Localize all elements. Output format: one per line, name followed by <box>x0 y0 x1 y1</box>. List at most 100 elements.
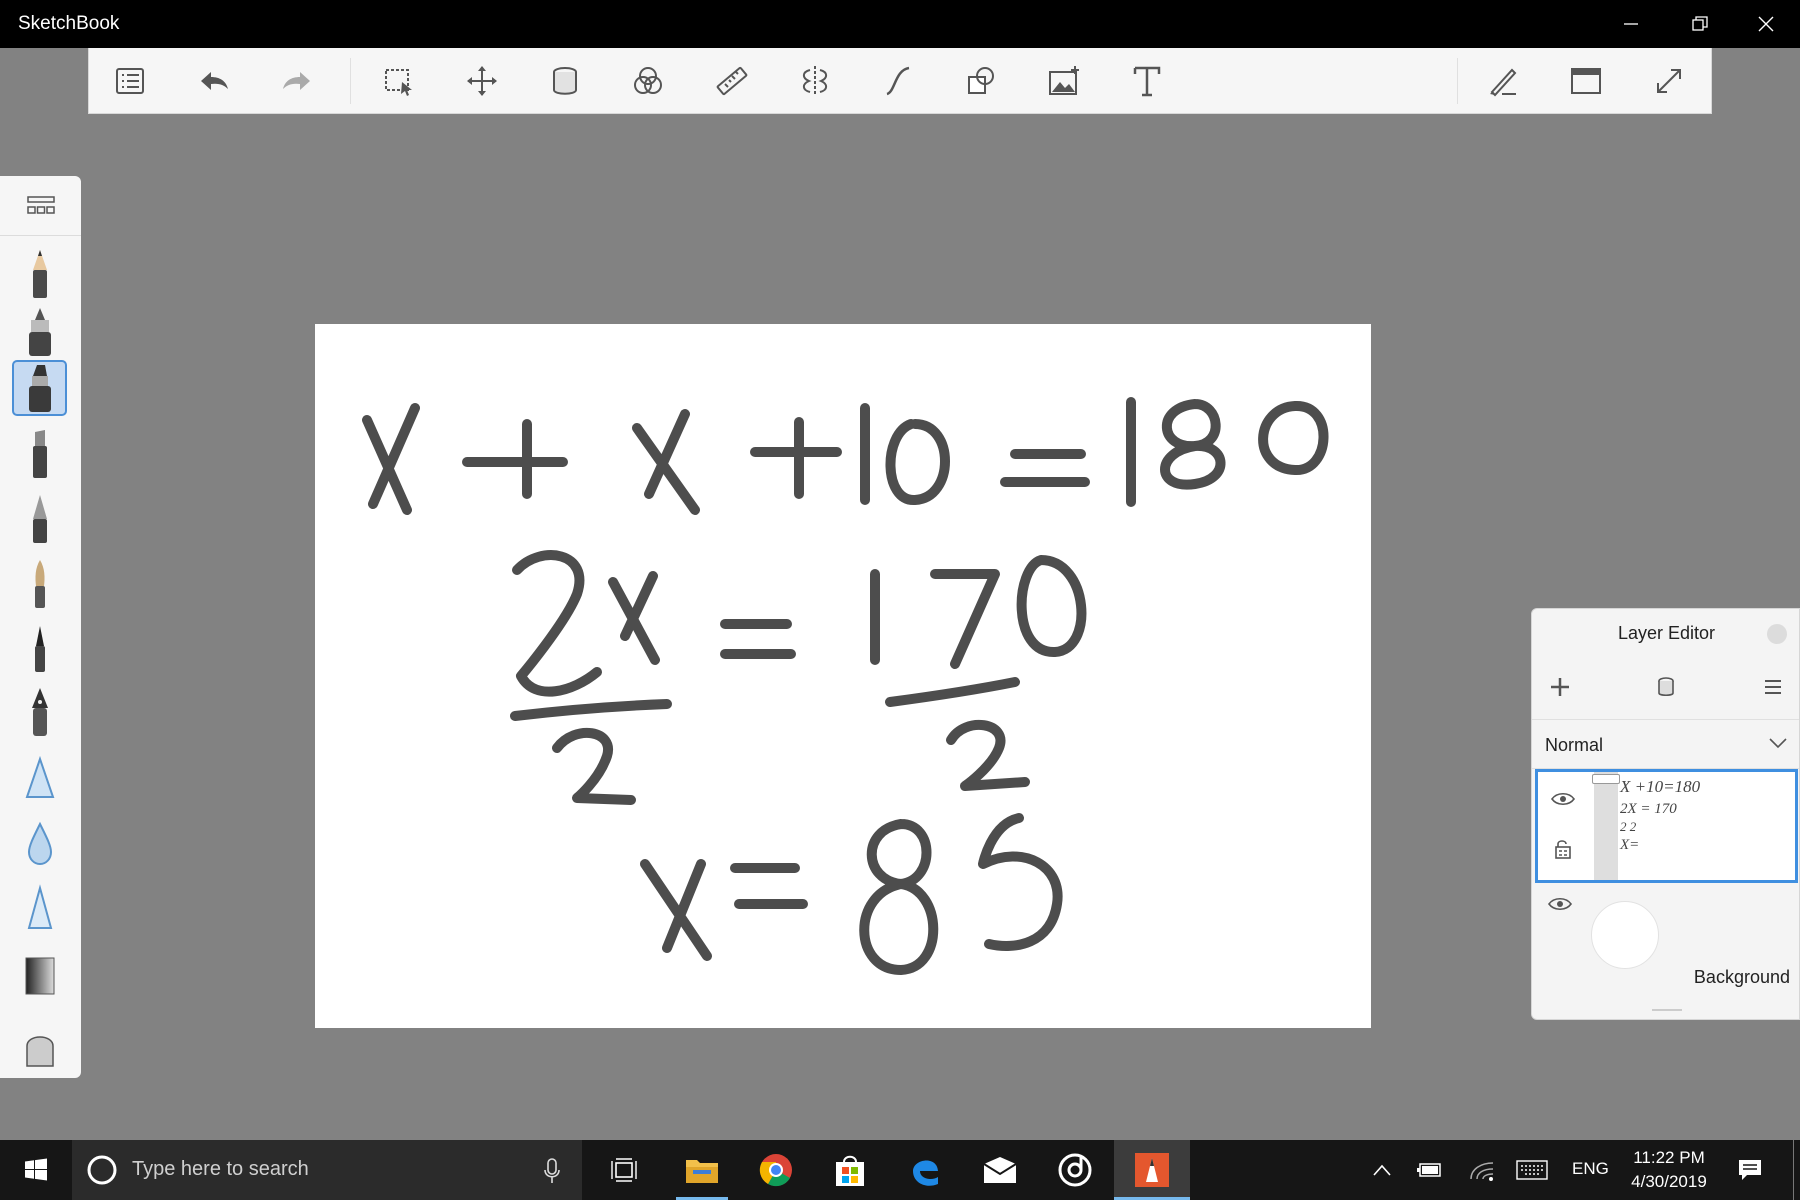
pencil-brush[interactable] <box>12 246 67 302</box>
gradient-brush[interactable] <box>12 948 67 1004</box>
main-toolbar <box>88 48 1712 114</box>
pen-settings-button[interactable] <box>1477 58 1529 104</box>
eraser-icon <box>25 1036 54 1067</box>
add-image-button[interactable] <box>1038 58 1090 104</box>
layer-lock-icon[interactable] <box>1550 838 1576 860</box>
window-icon <box>1571 68 1601 94</box>
ink-pen-brush[interactable] <box>12 684 67 740</box>
redo-icon <box>283 72 310 90</box>
edge-icon <box>913 1160 938 1186</box>
text-icon <box>1133 66 1161 97</box>
chisel-icon <box>32 430 47 478</box>
move-icon <box>467 66 497 96</box>
color-button[interactable] <box>622 58 674 104</box>
drawing-layer[interactable]: X +10=180 2X = 170 2 2 X= <box>1535 769 1798 883</box>
taskbar-clock[interactable]: 11:22 PM 4/30/2019 <box>1614 1146 1724 1194</box>
symmetry-button[interactable] <box>789 58 841 104</box>
blue-drop-brush[interactable] <box>12 816 67 872</box>
symmetry-icon <box>802 66 828 96</box>
list-button[interactable] <box>104 58 156 104</box>
thumbnail-line: 2X = 170 <box>1620 801 1677 817</box>
store-icon <box>836 1155 864 1186</box>
brush-palette <box>0 176 81 1078</box>
show-desktop-button[interactable] <box>1793 1140 1794 1200</box>
minimize-icon <box>1623 23 1638 25</box>
select-icon <box>385 69 412 96</box>
battery-button[interactable] <box>1414 1140 1446 1200</box>
text-button[interactable] <box>1121 58 1173 104</box>
color-circles-icon <box>634 67 662 94</box>
eraser-brush[interactable] <box>12 1014 67 1070</box>
minimize-button[interactable] <box>1596 0 1665 48</box>
select-button[interactable] <box>373 58 425 104</box>
airbrush-icon <box>28 308 51 356</box>
opacity-slider-handle[interactable] <box>1592 774 1620 784</box>
triangle-brush-icon <box>25 755 54 798</box>
marker-brush[interactable] <box>12 360 67 416</box>
blend-mode-dropdown[interactable]: Normal <box>1532 719 1799 769</box>
layer-editor-close-button[interactable] <box>1767 624 1787 644</box>
sketchbook-taskbar-button[interactable] <box>1114 1140 1190 1200</box>
paint-brush[interactable] <box>12 556 67 612</box>
chisel-brush[interactable] <box>12 426 67 482</box>
move-button[interactable] <box>456 58 508 104</box>
folder-icon <box>686 1160 718 1183</box>
mail-button[interactable] <box>968 1140 1032 1200</box>
store-button[interactable] <box>818 1140 882 1200</box>
layer-opacity-slider[interactable] <box>1592 772 1620 880</box>
blue-cone-brush[interactable] <box>12 882 67 938</box>
fill-icon <box>553 67 577 95</box>
microphone-icon[interactable] <box>544 1158 560 1184</box>
show-hidden-icons-button[interactable] <box>1368 1140 1396 1200</box>
chrome-icon <box>759 1154 792 1187</box>
canvas-drawing <box>362 397 1329 975</box>
file-explorer-button[interactable] <box>670 1140 734 1200</box>
fine-brush[interactable] <box>12 620 67 676</box>
start-button[interactable] <box>0 1140 72 1200</box>
action-center-button[interactable] <box>1730 1140 1770 1200</box>
bucket-icon <box>1658 677 1674 697</box>
ballpoint-brush[interactable] <box>12 491 67 547</box>
close-button[interactable] <box>1731 0 1800 48</box>
list-icon <box>116 68 144 94</box>
hamburger-icon <box>1765 680 1781 694</box>
shapes-button[interactable] <box>955 58 1007 104</box>
edge-button[interactable] <box>893 1140 957 1200</box>
thumbnail-line: 2 2 <box>1620 819 1637 834</box>
ruler-button[interactable] <box>706 58 758 104</box>
cone-brush-icon <box>27 884 52 929</box>
thumbnail-line: X +10=180 <box>1620 777 1701 796</box>
close-icon <box>1758 16 1773 32</box>
fullscreen-button[interactable] <box>1643 58 1695 104</box>
task-view-button[interactable] <box>598 1140 650 1200</box>
fill-button[interactable] <box>539 58 591 104</box>
restore-button[interactable] <box>1665 0 1734 48</box>
curve-icon <box>886 66 910 96</box>
curve-button[interactable] <box>872 58 924 104</box>
groove-button[interactable] <box>1043 1140 1107 1200</box>
drawing-canvas[interactable] <box>315 324 1371 1028</box>
add-layer-button[interactable] <box>1540 667 1580 707</box>
panel-resize-grip[interactable] <box>1652 1009 1682 1011</box>
battery-icon <box>1417 1163 1441 1177</box>
visibility-eye-icon[interactable] <box>1550 788 1576 810</box>
airbrush-brush[interactable] <box>12 304 67 360</box>
layer-menu-button[interactable] <box>1753 667 1793 707</box>
layer-fill-button[interactable] <box>1646 667 1686 707</box>
background-layer[interactable]: Background <box>1535 887 1798 999</box>
network-button[interactable] <box>1466 1140 1498 1200</box>
task-view-icon <box>611 1158 637 1182</box>
palette-menu-button[interactable] <box>0 176 81 236</box>
window-button[interactable] <box>1560 58 1612 104</box>
taskbar-search-box[interactable]: Type here to search <box>72 1140 582 1200</box>
input-language[interactable]: ENG <box>1572 1159 1609 1179</box>
redo-button[interactable] <box>271 58 323 104</box>
background-color-swatch[interactable] <box>1591 901 1659 969</box>
chrome-button[interactable] <box>744 1140 808 1200</box>
touch-keyboard-button[interactable] <box>1513 1140 1551 1200</box>
background-layer-label: Background <box>1693 967 1790 987</box>
pencil-icon <box>32 250 47 298</box>
undo-button[interactable] <box>188 58 240 104</box>
visibility-eye-icon[interactable] <box>1547 893 1573 915</box>
blue-triangle-brush[interactable] <box>12 751 67 807</box>
